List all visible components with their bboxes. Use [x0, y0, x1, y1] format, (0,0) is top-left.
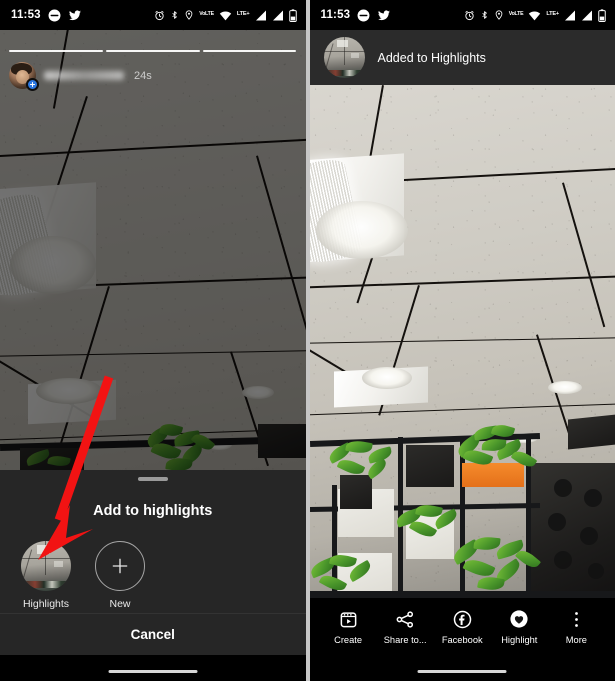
story-meta-row: 24s	[9, 62, 297, 91]
status-bar-right: VoLTE LTE+	[154, 8, 297, 22]
highlight-heart-icon	[509, 609, 529, 630]
signal-sim1-icon	[564, 10, 576, 21]
lte-plus-icon: LTE+	[546, 11, 559, 18]
home-indicator[interactable]	[108, 670, 198, 673]
system-nav-bar	[0, 655, 306, 681]
bluetooth-icon	[170, 9, 179, 21]
status-bar-left: 11:53	[11, 9, 82, 22]
alarm-icon	[154, 10, 165, 21]
battery-icon	[598, 8, 606, 22]
location-icon	[184, 9, 194, 21]
action-share-to[interactable]: Share to...	[379, 609, 432, 645]
twitter-icon	[68, 9, 82, 22]
action-label: Facebook	[441, 634, 483, 645]
highlight-cover-thumbnail	[323, 37, 365, 78]
facebook-icon	[453, 609, 472, 630]
highlight-cover-thumbnail	[21, 540, 71, 591]
create-story-icon	[339, 609, 358, 630]
wifi-icon	[219, 10, 232, 21]
action-facebook[interactable]: Facebook	[436, 609, 489, 645]
avatar[interactable]	[9, 62, 39, 91]
toast-message: Added to Highlights	[377, 50, 486, 65]
system-nav-bar	[309, 655, 615, 681]
add-story-badge-icon[interactable]	[26, 78, 39, 91]
volte-icon: VoLTE	[199, 11, 214, 18]
signal-sim2-icon	[581, 10, 593, 21]
highlight-item-label: New	[109, 597, 131, 610]
more-vertical-icon	[574, 609, 579, 630]
highlights-list: Highlights New	[0, 519, 306, 610]
messages-icon	[357, 9, 370, 22]
action-label: More	[565, 634, 587, 645]
story-header: 24s	[0, 30, 306, 91]
plus-icon	[95, 540, 145, 591]
wifi-icon	[528, 10, 541, 21]
story-progress-segment	[9, 50, 103, 52]
action-label: Highlight	[501, 634, 538, 645]
volte-icon: VoLTE	[508, 11, 524, 18]
left-phone-screen: 11:53 VoLTE LTE+ 24s Add to highlights H…	[0, 0, 306, 681]
signal-sim1-icon	[255, 10, 267, 21]
action-label: Share to...	[383, 634, 427, 645]
highlight-item-existing[interactable]: Highlights	[16, 540, 76, 610]
sheet-drag-handle[interactable]	[137, 477, 168, 481]
story-progress-segment	[202, 50, 297, 52]
location-icon	[494, 9, 504, 21]
story-timestamp: 24s	[134, 69, 152, 82]
status-bar: 11:53 VoLTE LTE+	[0, 0, 306, 30]
add-to-highlights-sheet: Add to highlights Highlights New Cancel	[0, 470, 306, 655]
story-action-bar: Create Share to... Facebook Highlight Mo…	[309, 598, 615, 655]
bluetooth-icon	[480, 9, 489, 21]
highlight-item-label: Highlights	[22, 597, 70, 610]
signal-sim2-icon	[272, 10, 284, 21]
battery-icon	[288, 8, 297, 22]
twitter-icon	[377, 9, 391, 22]
messages-icon	[48, 9, 61, 22]
highlight-item-new[interactable]: New	[90, 540, 150, 610]
right-phone-screen: 11:53 VoLTE LTE+ Added to Highlights Cre…	[309, 0, 615, 681]
alarm-icon	[464, 10, 475, 21]
status-time: 11:53	[320, 9, 351, 21]
screenshot-stage: 11:53 VoLTE LTE+ 24s Add to highlights H…	[0, 0, 615, 681]
status-bar-left: 11:53	[321, 9, 392, 22]
action-create[interactable]: Create	[322, 609, 375, 645]
share-icon	[395, 609, 415, 630]
action-more[interactable]: More	[550, 609, 603, 645]
story-username-blurred	[44, 71, 124, 80]
status-bar: 11:53 VoLTE LTE+	[309, 0, 615, 30]
sheet-title: Add to highlights	[93, 502, 213, 519]
story-photo-background-bright	[309, 85, 615, 598]
story-progress-segment	[105, 50, 200, 52]
story-progress-bar[interactable]	[9, 50, 297, 52]
action-label: Create	[334, 634, 363, 645]
action-highlight[interactable]: Highlight	[493, 609, 546, 645]
added-to-highlights-toast[interactable]: Added to Highlights	[309, 30, 615, 85]
status-time: 11:53	[11, 9, 41, 21]
lte-plus-icon: LTE+	[236, 11, 250, 18]
home-indicator[interactable]	[417, 670, 507, 673]
status-bar-right: VoLTE LTE+	[464, 8, 606, 22]
cancel-button[interactable]: Cancel	[0, 614, 306, 655]
